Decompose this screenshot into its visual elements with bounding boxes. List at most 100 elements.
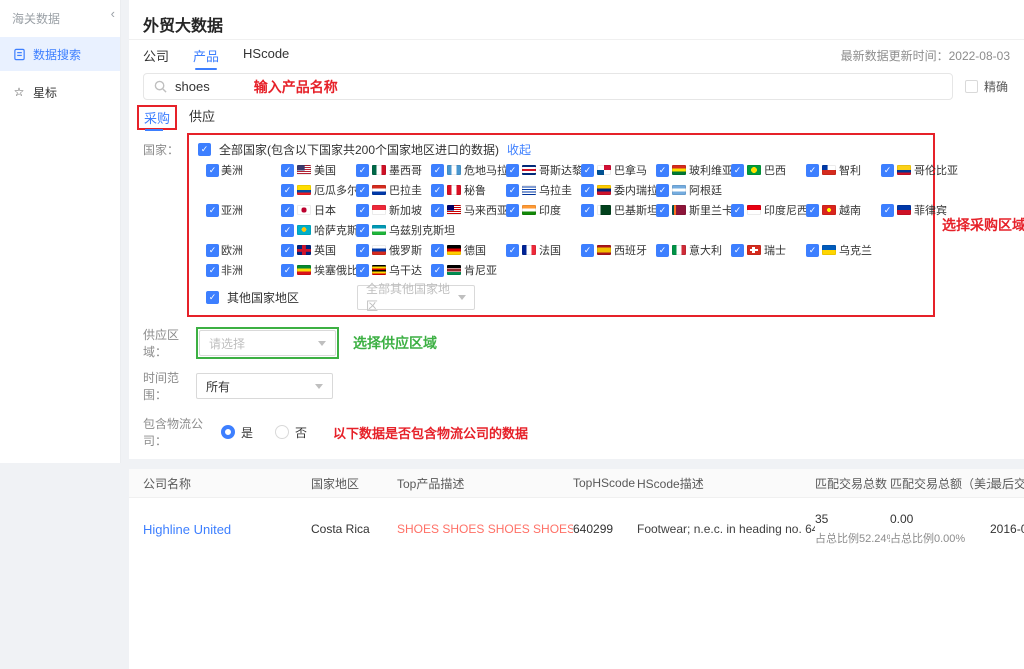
checkbox[interactable]: [506, 164, 519, 177]
trade-tab-supply[interactable]: 供应: [187, 104, 217, 131]
country-checkbox-item[interactable]: 巴拿马: [581, 160, 656, 180]
checkbox[interactable]: [806, 244, 819, 257]
trade-tab-purchase[interactable]: 采购: [142, 109, 172, 132]
country-checkbox-item[interactable]: 玻利维亚: [656, 160, 731, 180]
other-countries-checkbox[interactable]: [206, 291, 219, 304]
checkbox[interactable]: [731, 204, 744, 217]
checkbox[interactable]: [431, 264, 444, 277]
continent-checkbox-item[interactable]: 亚洲: [206, 200, 281, 220]
logistics-radio-是[interactable]: 是: [221, 424, 253, 441]
checkbox[interactable]: [656, 184, 669, 197]
checkbox[interactable]: [881, 204, 894, 217]
checkbox[interactable]: [206, 164, 219, 177]
country-checkbox-item[interactable]: 哈萨克斯坦: [281, 220, 356, 240]
checkbox[interactable]: [431, 244, 444, 257]
sidebar-item-star[interactable]: ☆星标: [0, 75, 120, 109]
country-checkbox-item[interactable]: 哥斯达黎加: [506, 160, 581, 180]
country-checkbox-item[interactable]: 德国: [431, 240, 506, 260]
country-checkbox-item[interactable]: 新加坡: [356, 200, 431, 220]
country-checkbox-item[interactable]: 肯尼亚: [431, 260, 506, 280]
country-checkbox-item[interactable]: 乌兹别克斯坦: [356, 220, 431, 240]
sidebar-item-data-search[interactable]: 数据搜索: [0, 37, 120, 71]
country-checkbox-item[interactable]: 斯里兰卡: [656, 200, 731, 220]
checkbox[interactable]: [281, 184, 294, 197]
country-checkbox-item[interactable]: 越南: [806, 200, 881, 220]
country-checkbox-item[interactable]: 俄罗斯: [356, 240, 431, 260]
country-checkbox-item[interactable]: 危地马拉: [431, 160, 506, 180]
supply-region-select[interactable]: 请选择: [199, 330, 336, 356]
checkbox[interactable]: [356, 224, 369, 237]
checkbox[interactable]: [656, 244, 669, 257]
checkbox[interactable]: [731, 244, 744, 257]
checkbox[interactable]: [281, 164, 294, 177]
country-checkbox-item[interactable]: 英国: [281, 240, 356, 260]
radio-dot[interactable]: [275, 425, 289, 439]
exact-checkbox[interactable]: [965, 80, 978, 93]
country-checkbox-item[interactable]: 美国: [281, 160, 356, 180]
tab-company[interactable]: 公司: [143, 40, 169, 72]
country-checkbox-item[interactable]: 乌干达: [356, 260, 431, 280]
checkbox[interactable]: [806, 164, 819, 177]
country-checkbox-item[interactable]: 阿根廷: [656, 180, 731, 200]
continent-checkbox-item[interactable]: 欧洲: [206, 240, 281, 260]
checkbox[interactable]: [356, 164, 369, 177]
country-checkbox-item[interactable]: 哥伦比亚: [881, 160, 956, 180]
checkbox[interactable]: [506, 244, 519, 257]
continent-checkbox-item[interactable]: 非洲: [206, 260, 281, 280]
country-checkbox-item[interactable]: 委内瑞拉: [581, 180, 656, 200]
checkbox[interactable]: [206, 264, 219, 277]
checkbox[interactable]: [506, 204, 519, 217]
checkbox[interactable]: [206, 204, 219, 217]
logistics-radio-否[interactable]: 否: [275, 424, 307, 441]
continent-checkbox-item[interactable]: 美洲: [206, 160, 281, 180]
checkbox[interactable]: [431, 164, 444, 177]
checkbox[interactable]: [581, 244, 594, 257]
checkbox[interactable]: [581, 164, 594, 177]
company-link[interactable]: Highline United: [143, 522, 231, 537]
country-checkbox-item[interactable]: 瑞士: [731, 240, 806, 260]
country-checkbox-item[interactable]: 墨西哥: [356, 160, 431, 180]
checkbox[interactable]: [656, 164, 669, 177]
checkbox[interactable]: [281, 204, 294, 217]
checkbox[interactable]: [281, 224, 294, 237]
collapse-link[interactable]: 收起: [507, 141, 531, 158]
checkbox[interactable]: [356, 244, 369, 257]
country-checkbox-item[interactable]: 巴拉圭: [356, 180, 431, 200]
country-checkbox-item[interactable]: 马来西亚: [431, 200, 506, 220]
country-checkbox-item[interactable]: 日本: [281, 200, 356, 220]
sidebar-collapse-icon[interactable]: ‹: [111, 6, 115, 21]
country-checkbox-item[interactable]: 西班牙: [581, 240, 656, 260]
checkbox[interactable]: [581, 204, 594, 217]
time-range-select[interactable]: 所有: [196, 373, 333, 399]
checkbox[interactable]: [281, 264, 294, 277]
tab-hscode[interactable]: HScode: [243, 40, 289, 72]
checkbox[interactable]: [506, 184, 519, 197]
checkbox[interactable]: [881, 164, 894, 177]
checkbox[interactable]: [431, 184, 444, 197]
country-checkbox-item[interactable]: 印度: [506, 200, 581, 220]
checkbox[interactable]: [431, 204, 444, 217]
checkbox[interactable]: [581, 184, 594, 197]
checkbox[interactable]: [206, 244, 219, 257]
checkbox[interactable]: [356, 184, 369, 197]
checkbox[interactable]: [281, 244, 294, 257]
country-checkbox-item[interactable]: 法国: [506, 240, 581, 260]
other-countries-select[interactable]: 全部其他国家地区: [357, 285, 475, 310]
checkbox[interactable]: [656, 204, 669, 217]
country-checkbox-item[interactable]: 智利: [806, 160, 881, 180]
country-checkbox-item[interactable]: 巴基斯坦: [581, 200, 656, 220]
search-input[interactable]: shoes 输入产品名称: [143, 73, 953, 100]
country-checkbox-item[interactable]: 乌拉圭: [506, 180, 581, 200]
country-checkbox-item[interactable]: 意大利: [656, 240, 731, 260]
country-checkbox-item[interactable]: 巴西: [731, 160, 806, 180]
exact-match-option[interactable]: 精确: [965, 78, 1010, 95]
country-checkbox-item[interactable]: 埃塞俄比亚: [281, 260, 356, 280]
tab-product[interactable]: 产品: [193, 40, 219, 72]
country-checkbox-item[interactable]: 厄瓜多尔: [281, 180, 356, 200]
radio-dot[interactable]: [221, 425, 235, 439]
checkbox[interactable]: [356, 264, 369, 277]
country-checkbox-item[interactable]: 乌克兰: [806, 240, 881, 260]
country-checkbox-item[interactable]: 秘鲁: [431, 180, 506, 200]
checkbox[interactable]: [731, 164, 744, 177]
checkbox[interactable]: [356, 204, 369, 217]
